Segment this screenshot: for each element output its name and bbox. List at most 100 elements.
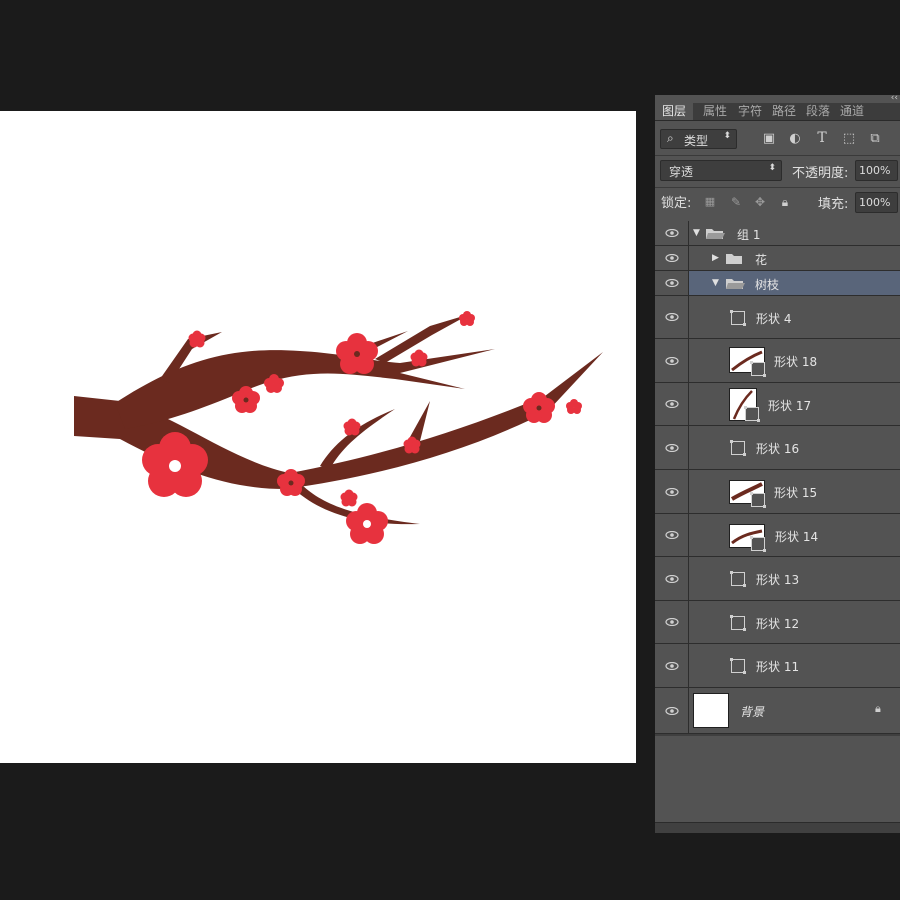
expand-caret-icon[interactable]: ▼: [693, 228, 700, 238]
collapse-caret-icon[interactable]: ▶: [712, 253, 719, 263]
fill-label: 填充:: [818, 197, 849, 212]
shape-layer-icon: [730, 310, 746, 326]
shape-layer-icon: [750, 361, 766, 377]
tab-properties[interactable]: 属性: [700, 103, 730, 120]
layer-background[interactable]: 背景 🔒︎: [655, 688, 900, 734]
layer-shape-15[interactable]: 形状 15: [655, 470, 900, 514]
layer-shape-12[interactable]: 形状 12: [655, 601, 900, 644]
filter-kind-label: 类型: [684, 134, 709, 148]
folder-icon: [726, 254, 742, 264]
lock-label: 锁定:: [661, 196, 692, 211]
type-filter-icon[interactable]: T: [814, 130, 830, 146]
expand-caret-icon[interactable]: ▼: [712, 278, 719, 288]
layer-name: 形状 4: [756, 312, 792, 326]
layers-list: ▼ 组 1 ▶ 花 ▼ 树枝 形状 4 形状 18 形状 17 形状 16 形状…: [655, 221, 900, 736]
layer-group-1[interactable]: ▼ 组 1: [655, 221, 900, 246]
layer-shape-18[interactable]: 形状 18: [655, 339, 900, 383]
layer-shape-4[interactable]: 形状 4: [655, 296, 900, 339]
opacity-label: 不透明度:: [792, 166, 849, 181]
fill-field[interactable]: 100%: [855, 192, 898, 213]
layers-footer-toolbar: [655, 822, 900, 833]
visibility-toggle[interactable]: [655, 383, 689, 425]
layer-shape-14[interactable]: 形状 14: [655, 514, 900, 557]
visibility-toggle[interactable]: [655, 426, 689, 469]
layer-shape-13[interactable]: 形状 13: [655, 557, 900, 601]
lock-move-icon[interactable]: ✥: [752, 194, 768, 210]
visibility-toggle[interactable]: [655, 688, 689, 733]
layer-name: 形状 13: [756, 573, 800, 587]
visibility-toggle[interactable]: [655, 271, 689, 295]
layer-name: 形状 11: [756, 660, 800, 674]
shape-filter-icon[interactable]: ⬚: [841, 131, 857, 147]
tab-channels[interactable]: 通道: [837, 103, 867, 120]
smart-object-filter-icon[interactable]: ⧉: [867, 131, 883, 147]
blossom-small-4: [410, 349, 428, 367]
lock-transparent-icon[interactable]: ▦: [702, 194, 718, 210]
shape-layer-icon: [730, 615, 746, 631]
tab-layers[interactable]: 图层: [655, 103, 693, 120]
eye-icon: [665, 443, 679, 452]
visibility-toggle[interactable]: [655, 514, 689, 556]
blossom-upper: [336, 333, 378, 374]
blossom-small-8: [566, 399, 582, 414]
fill-value: 100%: [859, 196, 891, 209]
search-icon: ⌕: [667, 131, 674, 145]
tab-paragraph[interactable]: 段落: [803, 103, 833, 120]
panel-tabs: 图层 属性 字符 路径 段落 通道: [655, 103, 900, 121]
layer-name: 形状 14: [775, 530, 819, 544]
layer-group-flower[interactable]: ▶ 花: [655, 246, 900, 271]
visibility-toggle[interactable]: [655, 470, 689, 513]
eye-icon: [665, 356, 679, 365]
image-filter-icon[interactable]: ▣: [761, 131, 777, 147]
eye-icon: [665, 574, 679, 583]
layer-name: 背景: [740, 705, 765, 719]
blossom-small-7: [459, 311, 475, 326]
document-canvas[interactable]: [0, 111, 636, 763]
eye-icon: [665, 313, 679, 321]
tab-paths[interactable]: 路径: [769, 103, 799, 120]
visibility-toggle[interactable]: [655, 644, 689, 687]
visibility-toggle[interactable]: [655, 557, 689, 600]
layers-panel: ‹‹ 图层 属性 字符 路径 段落 通道 ⌕ 类型 ⬍ ▣ ◐ T ⬚ ⧉ 穿透…: [655, 93, 900, 833]
upper-branch: [115, 349, 495, 429]
eye-icon: [665, 618, 679, 626]
tab-character[interactable]: 字符: [735, 103, 765, 120]
divider: [655, 187, 900, 188]
layer-name: 形状 17: [768, 399, 812, 413]
collapse-panel-icon[interactable]: ‹‹: [891, 93, 898, 103]
layer-shape-16[interactable]: 形状 16: [655, 426, 900, 470]
opacity-value: 100%: [859, 164, 891, 177]
blend-mode-value: 穿透: [669, 165, 694, 179]
open-folder-icon: [726, 279, 745, 289]
opacity-field[interactable]: 100%: [855, 160, 898, 181]
layer-name: 形状 15: [774, 486, 818, 500]
eye-icon: [665, 531, 679, 539]
layer-group-branch[interactable]: ▼ 树枝: [655, 271, 900, 296]
shape-layer-icon: [750, 492, 766, 508]
eye-icon: [665, 487, 679, 496]
divider: [655, 155, 900, 156]
lock-icon: 🔒︎: [875, 702, 881, 715]
eye-icon: [665, 254, 679, 262]
eye-icon: [665, 229, 679, 237]
blend-mode-select[interactable]: 穿透 ⬍: [660, 160, 782, 181]
visibility-toggle[interactable]: [655, 601, 689, 643]
layer-filter-select[interactable]: ⌕ 类型 ⬍: [660, 129, 737, 149]
layer-shape-11[interactable]: 形状 11: [655, 644, 900, 688]
lock-paint-icon[interactable]: ✎: [728, 194, 744, 210]
select-arrows-icon: ⬍: [768, 163, 776, 173]
layer-name: 树枝: [755, 278, 780, 292]
visibility-toggle[interactable]: [655, 221, 689, 245]
shape-layer-icon: [730, 658, 746, 674]
shape-layer-icon: [730, 440, 746, 456]
blossom-small-3: [343, 418, 361, 436]
visibility-toggle[interactable]: [655, 339, 689, 382]
visibility-toggle[interactable]: [655, 296, 689, 338]
visibility-toggle[interactable]: [655, 246, 689, 270]
blossom-small-6: [340, 489, 358, 507]
layer-shape-17[interactable]: 形状 17: [655, 383, 900, 426]
plum-blossom-artwork: [74, 311, 603, 544]
adjustment-filter-icon[interactable]: ◐: [787, 131, 803, 147]
layer-thumbnail: [693, 693, 729, 728]
lock-all-icon[interactable]: 🔒︎: [777, 194, 793, 210]
